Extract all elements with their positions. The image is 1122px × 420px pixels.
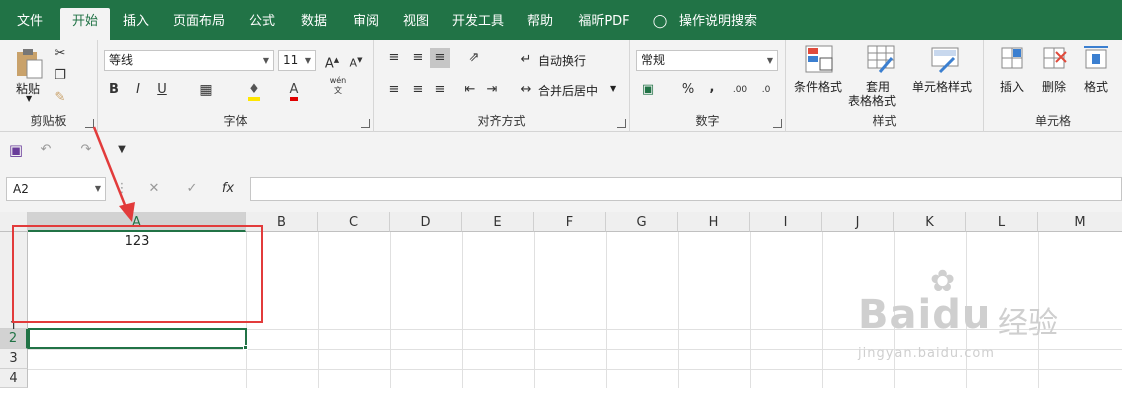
annotation-arrow bbox=[92, 126, 135, 222]
